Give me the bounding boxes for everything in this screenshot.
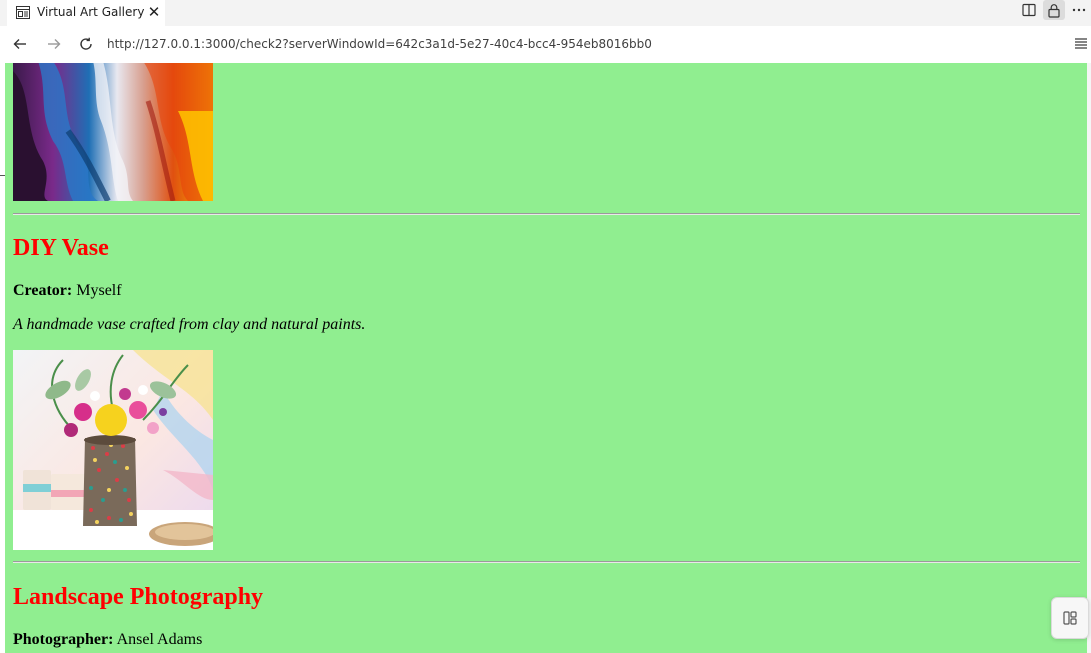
tab-title: Virtual Art Gallery [37, 5, 145, 19]
creator-label: Creator: [13, 282, 73, 299]
forward-arrow-icon[interactable] [43, 33, 65, 55]
photographer-label: Photographer: [13, 631, 114, 648]
browser-tab[interactable]: Virtual Art Gallery ✕ [7, 0, 165, 26]
more-options-icon[interactable] [1068, 0, 1090, 20]
artwork-title: DIY Vase [13, 235, 109, 261]
navigation-bar: http://127.0.0.1:3000/check2?serverWindo… [0, 26, 1091, 63]
back-arrow-icon[interactable] [9, 33, 31, 55]
reload-icon[interactable] [75, 33, 97, 55]
scrollbar[interactable] [1087, 63, 1091, 653]
abstract-painting-image [13, 63, 213, 201]
artwork-title: Landscape Photography [13, 584, 264, 610]
divider [13, 561, 1080, 563]
split-screen-icon[interactable] [1018, 0, 1040, 20]
gallery-page-icon [16, 6, 30, 19]
artwork-creator: Creator: Myself [13, 282, 122, 300]
sidebar-panel-icon[interactable] [1051, 597, 1089, 639]
address-bar[interactable]: http://127.0.0.1:3000/check2?serverWindo… [107, 37, 652, 51]
hamburger-menu-icon[interactable] [1075, 36, 1089, 50]
artwork-creator: Photographer: Ansel Adams [13, 631, 202, 649]
divider [13, 213, 1080, 215]
vase-image [13, 350, 213, 550]
artwork-description: A handmade vase crafted from clay and na… [13, 316, 366, 333]
lock-icon[interactable] [1043, 0, 1065, 20]
creator-name: Myself [76, 282, 122, 299]
close-icon[interactable]: ✕ [146, 3, 162, 21]
page-viewport: DIY Vase Creator: Myself A handmade vase… [5, 63, 1091, 653]
tab-bar: Virtual Art Gallery ✕ [0, 0, 1091, 26]
photographer-name: Ansel Adams [116, 631, 203, 648]
